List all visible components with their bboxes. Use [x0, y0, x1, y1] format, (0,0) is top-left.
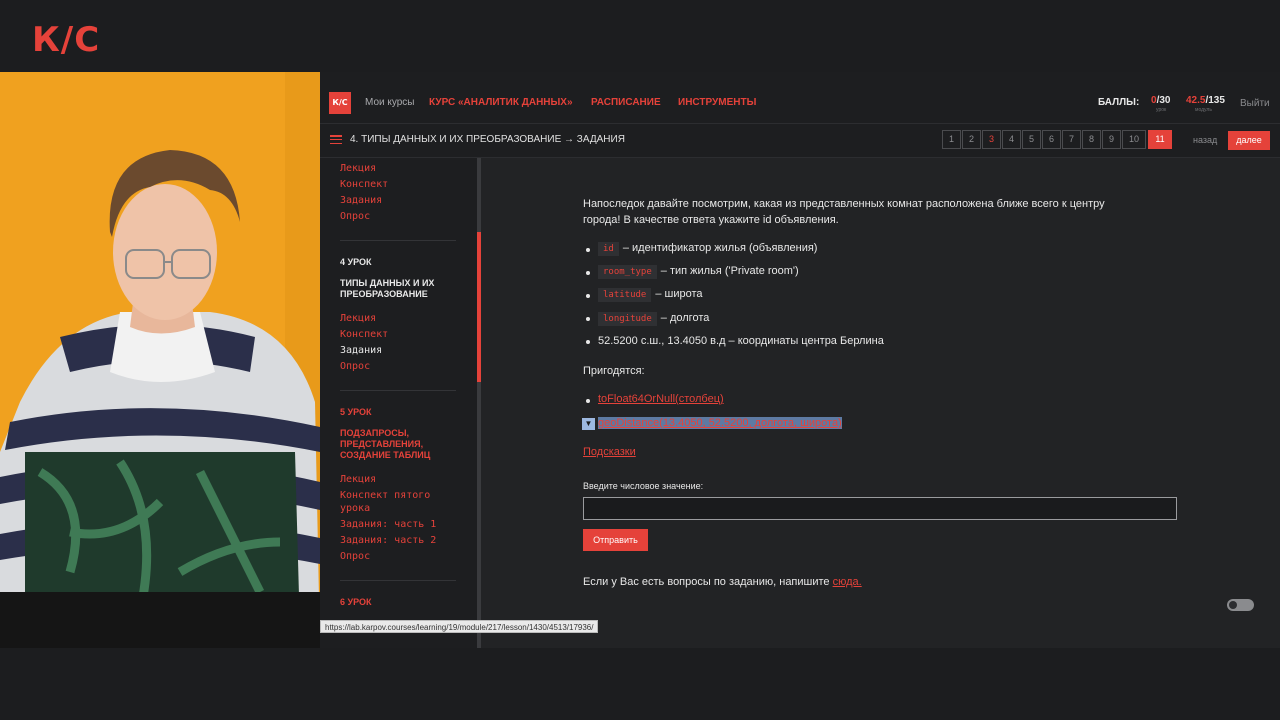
browser-window: К/С Мои курсы КУРС «АНАЛИТИК ДАННЫХ» РАС… [320, 72, 1280, 648]
footer-note: Если у Вас есть вопросы по заданию, напи… [583, 576, 862, 588]
selection-dropdown-icon[interactable]: ▼ [582, 418, 595, 430]
page-button[interactable]: 2 [962, 130, 981, 149]
hints-item: Подсказки [583, 444, 636, 460]
func-link[interactable]: geoDistance(13.4050, 52.5200, долгота, ш… [598, 417, 842, 429]
page-button-active[interactable]: 11 [1148, 130, 1172, 149]
sidebar-item-tasks-active[interactable]: Задания [340, 345, 382, 356]
lesson-5-title[interactable]: ПОДЗАПРОСЫ, ПРЕДСТАВЛЕНИЯ, СОЗДАНИЕ ТАБЛ… [340, 428, 460, 461]
page-button[interactable]: 10 [1122, 130, 1146, 149]
field-code: id [598, 242, 619, 256]
sidebar-item-notes-cont[interactable]: урока [340, 503, 370, 514]
lesson-4-number: 4 УРОК [340, 257, 372, 267]
field-item: id – идентификатор жилья (объявления) [598, 242, 817, 256]
field-item: longitude – долгота [598, 312, 709, 326]
sidebar-item-tasks-1[interactable]: Задания: часть 1 [340, 519, 436, 530]
page-button[interactable]: 9 [1102, 130, 1121, 149]
lesson-4-title[interactable]: ТИПЫ ДАННЫХ И ИХ ПРЕОБРАЗОВАНИЕ [340, 278, 460, 300]
next-button[interactable]: далее [1228, 131, 1270, 150]
sidebar-item-tasks[interactable]: Задания [340, 195, 382, 206]
sidebar-item-notes[interactable]: Конспект [340, 329, 388, 340]
lesson-score: 0/30 [1151, 95, 1171, 106]
func-link[interactable]: toFloat64OrNull(столбец) [598, 393, 724, 405]
toggle-knob [1229, 601, 1237, 609]
brand-logo: К/С [32, 20, 101, 60]
breadcrumb: 4. ТИПЫ ДАННЫХ И ИХ ПРЕОБРАЗОВАНИЕ → ЗАД… [350, 134, 625, 145]
submit-button[interactable]: Отправить [583, 529, 648, 551]
field-item: latitude – широта [598, 288, 703, 302]
logout-link[interactable]: Выйти [1240, 98, 1270, 109]
bullet-dot [586, 271, 590, 275]
field-code: room_type [598, 265, 657, 279]
field-item: room_type – тип жилья ('Private room') [598, 265, 799, 279]
sidebar-item-lecture[interactable]: Лекция [340, 163, 376, 174]
course-sidebar: Лекция Конспект Задания Опрос 4 УРОК ТИП… [320, 158, 480, 648]
page-button-current[interactable]: 3 [982, 130, 1001, 149]
sidebar-item-lecture[interactable]: Лекция [340, 474, 376, 485]
theme-toggle[interactable] [1227, 599, 1254, 611]
field-code: longitude [598, 312, 657, 326]
sidebar-item-quiz[interactable]: Опрос [340, 361, 370, 372]
site-logo[interactable]: К/С [329, 92, 351, 114]
page-button[interactable]: 7 [1062, 130, 1081, 149]
video-top-bar: К/С [0, 0, 1280, 72]
module-score-caption: модуль [1195, 107, 1212, 113]
webcam-video [0, 72, 320, 648]
lesson-6-number: 6 УРОК [340, 597, 372, 607]
contact-link[interactable]: сюда. [833, 576, 862, 588]
task-intro-line-2: города! В качестве ответа укажите id объ… [583, 214, 839, 226]
answer-label: Введите числовое значение: [583, 481, 704, 491]
sidebar-divider [340, 390, 456, 391]
page-button[interactable]: 4 [1002, 130, 1021, 149]
bullet-dot [586, 340, 590, 344]
sidebar-item-quiz[interactable]: Опрос [340, 551, 370, 562]
lesson-score-caption: урок [1156, 107, 1167, 113]
bullet-dot [586, 248, 590, 252]
module-score: 42.5/135 [1186, 95, 1225, 106]
lesson-5-number: 5 УРОК [340, 407, 372, 417]
useful-label: Пригодятся: [583, 365, 645, 377]
coords-item: 52.5200 с.ш., 13.4050 в.д – координаты ц… [598, 335, 884, 347]
page-button[interactable]: 1 [942, 130, 961, 149]
hints-link[interactable]: Подсказки [583, 446, 636, 458]
bullet-dot [586, 399, 590, 403]
sidebar-item-notes[interactable]: Конспект пятого [340, 490, 430, 501]
hamburger-menu-icon[interactable] [330, 135, 342, 145]
sidebar-item-quiz[interactable]: Опрос [340, 211, 370, 222]
field-code: latitude [598, 288, 652, 302]
answer-input[interactable] [583, 497, 1177, 520]
sidebar-item-lecture[interactable]: Лекция [340, 313, 376, 324]
back-link[interactable]: назад [1193, 135, 1217, 145]
nav-tools[interactable]: ИНСТРУМЕНТЫ [678, 97, 756, 108]
func-item-selected: geoDistance(13.4050, 52.5200, долгота, ш… [598, 417, 842, 429]
nav-course[interactable]: КУРС «АНАЛИТИК ДАННЫХ» [429, 97, 573, 108]
sidebar-scrollbar-thumb[interactable] [477, 232, 481, 382]
task-pager: 1 2 3 4 5 6 7 8 9 10 11 [942, 130, 1173, 149]
page-button[interactable]: 6 [1042, 130, 1061, 149]
top-navigation: К/С Мои курсы КУРС «АНАЛИТИК ДАННЫХ» РАС… [320, 72, 1280, 124]
sidebar-item-notes[interactable]: Конспект [340, 179, 388, 190]
presenter-image [0, 72, 320, 648]
page-button[interactable]: 8 [1082, 130, 1101, 149]
sidebar-item-tasks-2[interactable]: Задания: часть 2 [340, 535, 436, 546]
sidebar-divider [340, 240, 456, 241]
status-url: https://lab.karpov.courses/learning/19/m… [320, 620, 599, 633]
sidebar-divider [340, 580, 456, 581]
bullet-dot [586, 294, 590, 298]
bullet-dot [586, 317, 590, 321]
video-bottom-bar [0, 648, 1280, 720]
score-label: БАЛЛЫ: [1098, 97, 1140, 108]
func-item: toFloat64OrNull(столбец) [598, 393, 724, 405]
task-intro-line-1: Напоследок давайте посмотрим, какая из п… [583, 198, 1105, 210]
nav-my-courses[interactable]: Мои курсы [365, 97, 415, 108]
page-button[interactable]: 5 [1022, 130, 1041, 149]
nav-schedule[interactable]: РАСПИСАНИЕ [591, 97, 661, 108]
